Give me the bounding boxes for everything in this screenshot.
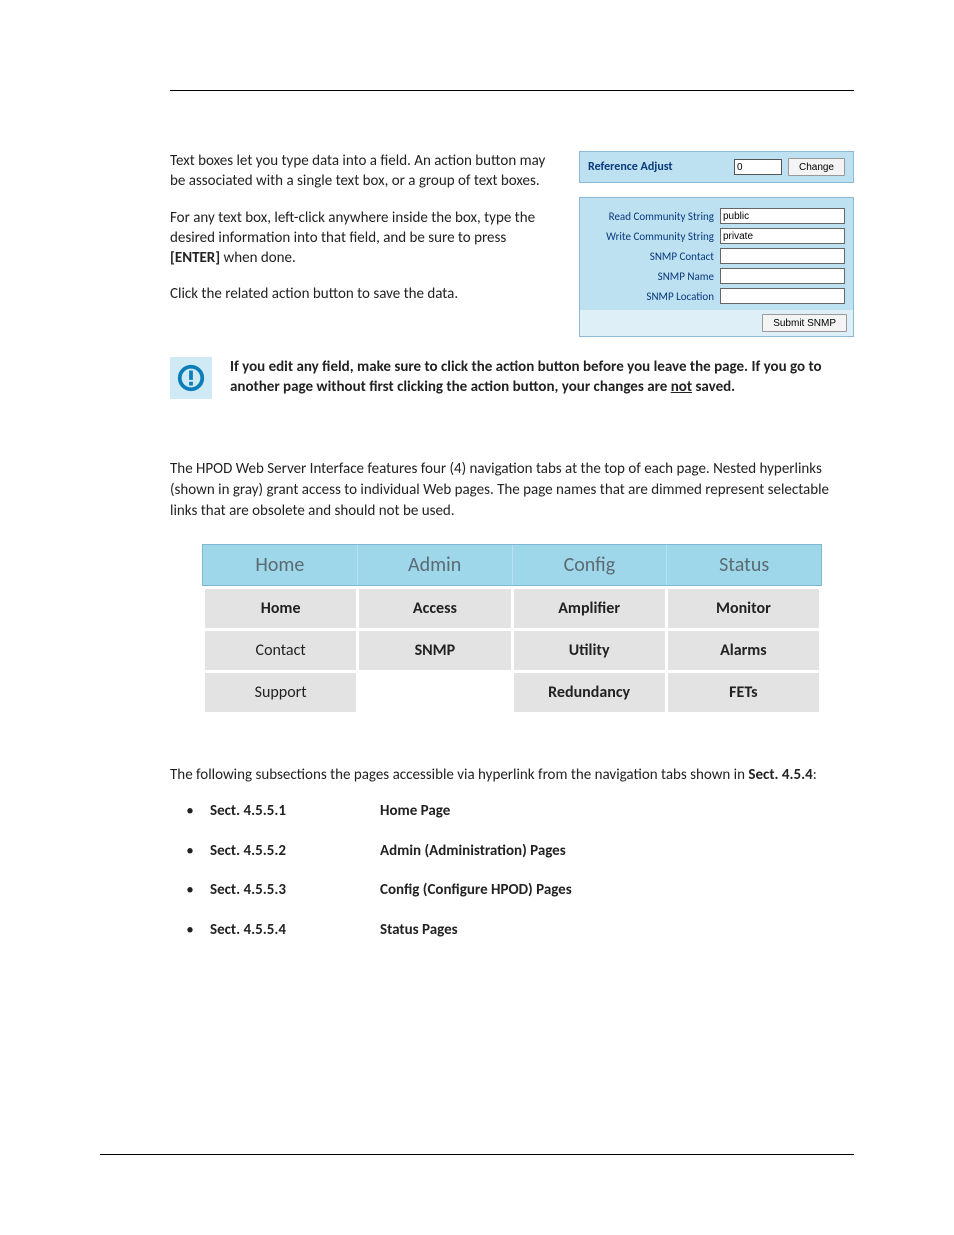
- snmp-location-label: SNMP Location: [589, 290, 714, 303]
- tab-status[interactable]: Status: [666, 545, 821, 585]
- snmp-contact-input[interactable]: [720, 248, 845, 264]
- intro-paragraph-2: For any text box, left-click anywhere in…: [170, 208, 559, 269]
- link-snmp[interactable]: SNMP: [358, 630, 512, 672]
- link-home[interactable]: Home: [204, 588, 358, 630]
- note-text: If you edit any field, make sure to clic…: [230, 357, 854, 398]
- outline-list: Sect. 4.5.5.1 Home Page Sect. 4.5.5.2 Ad…: [170, 801, 854, 942]
- intro-paragraph-1: Text boxes let you type data into a fiel…: [170, 151, 559, 192]
- outline-item: Sect. 4.5.5.1 Home Page: [170, 801, 854, 823]
- reference-adjust-input[interactable]: [734, 159, 782, 175]
- link-monitor[interactable]: Monitor: [666, 588, 820, 630]
- snmp-name-label: SNMP Name: [589, 270, 714, 283]
- nav-links-grid: Home Access Amplifier Monitor Contact SN…: [202, 586, 822, 715]
- link-utility[interactable]: Utility: [512, 630, 666, 672]
- link-support[interactable]: Support: [204, 672, 358, 714]
- outline-item: Sect. 4.5.5.2 Admin (Administration) Pag…: [170, 841, 854, 863]
- tab-admin[interactable]: Admin: [357, 545, 512, 585]
- tab-home[interactable]: Home: [203, 545, 357, 585]
- alert-icon: [170, 357, 212, 399]
- read-community-label: Read Community String: [589, 210, 714, 223]
- outline-item: Sect. 4.5.5.3 Config (Configure HPOD) Pa…: [170, 880, 854, 902]
- nav-description: The HPOD Web Server Interface features f…: [170, 459, 854, 522]
- read-community-input[interactable]: [720, 208, 845, 224]
- page-bottom-rule: [100, 1154, 854, 1155]
- link-empty: [358, 672, 512, 714]
- reference-adjust-label: Reference Adjust: [588, 160, 728, 174]
- link-contact[interactable]: Contact: [204, 630, 358, 672]
- write-community-input[interactable]: [720, 228, 845, 244]
- tab-config[interactable]: Config: [512, 545, 667, 585]
- change-button[interactable]: Change: [788, 158, 845, 176]
- intro-paragraph-3: Click the related action button to save …: [170, 284, 559, 304]
- figure-reference-adjust: Reference Adjust Change: [579, 151, 854, 183]
- link-alarms[interactable]: Alarms: [666, 630, 820, 672]
- snmp-location-input[interactable]: [720, 288, 845, 304]
- outline-item: Sect. 4.5.5.4 Status Pages: [170, 920, 854, 942]
- snmp-contact-label: SNMP Contact: [589, 250, 714, 263]
- link-access[interactable]: Access: [358, 588, 512, 630]
- submit-snmp-button[interactable]: Submit SNMP: [762, 314, 847, 332]
- outline-intro: The following subsections the pages acce…: [170, 765, 854, 787]
- snmp-name-input[interactable]: [720, 268, 845, 284]
- page-top-rule: [170, 90, 854, 91]
- navigation-figure: Home Admin Config Status Home Access Amp…: [202, 544, 822, 715]
- link-amplifier[interactable]: Amplifier: [512, 588, 666, 630]
- figure-snmp-form: Read Community String Write Community St…: [579, 197, 854, 337]
- link-redundancy[interactable]: Redundancy: [512, 672, 666, 714]
- write-community-label: Write Community String: [589, 230, 714, 243]
- link-fets[interactable]: FETs: [666, 672, 820, 714]
